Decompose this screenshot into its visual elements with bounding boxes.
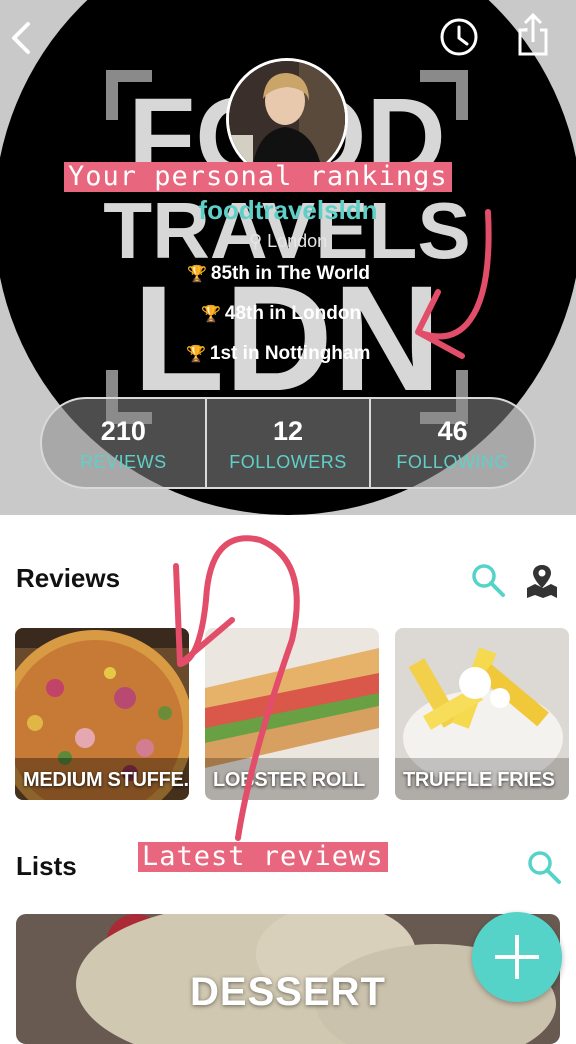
review-card[interactable]: MEDIUM STUFFE... <box>15 628 189 800</box>
profile-stats-bar: 210 REVIEWS 12 FOLLOWERS 46 FOLLOWING <box>40 397 536 489</box>
stat-followers-label: FOLLOWERS <box>229 451 347 472</box>
reviews-search-icon[interactable] <box>470 562 506 598</box>
review-card-title: TRUFFLE FRIES <box>403 769 555 791</box>
lists-section-title: Lists <box>16 851 77 881</box>
trophy-icon: 🏆 <box>201 306 221 323</box>
trophy-icon: 🏆 <box>187 266 207 283</box>
ranking-local: 🏆 1st in Nottingham <box>186 343 370 365</box>
back-chevron-icon[interactable] <box>6 18 38 58</box>
ranking-world: 🏆 85th in The World <box>187 263 370 285</box>
stat-following-count: 46 <box>437 415 468 446</box>
add-button[interactable] <box>472 912 562 1002</box>
location-text: London <box>267 231 328 251</box>
caption-latest-reviews: Latest reviews <box>138 842 388 872</box>
stat-following[interactable]: 46 FOLLOWING <box>371 399 534 487</box>
stat-followers-count: 12 <box>272 415 304 446</box>
map-pin-icon: ⚲ <box>248 231 263 251</box>
stat-followers[interactable]: 12 FOLLOWERS <box>207 399 372 487</box>
lists-search-icon[interactable] <box>526 849 562 885</box>
ranking-city-text: 48th in London <box>224 303 362 324</box>
ranking-local-text: 1st in Nottingham <box>209 343 371 364</box>
review-card[interactable]: LOBSTER ROLL <box>205 628 379 800</box>
stat-reviews-label: REVIEWS <box>80 451 167 472</box>
ranking-world-text: 85th in The World <box>210 263 370 284</box>
review-card-title: LOBSTER ROLL <box>213 769 365 791</box>
clock-icon[interactable] <box>438 16 480 58</box>
trophy-icon: 🏆 <box>186 346 206 363</box>
stat-reviews[interactable]: 210 REVIEWS <box>42 399 207 487</box>
stat-following-label: FOLLOWING <box>396 451 509 472</box>
map-location-icon[interactable] <box>523 562 561 600</box>
review-card-title: MEDIUM STUFFE... <box>23 769 189 791</box>
profile-location: ⚲ London <box>0 231 576 252</box>
review-card[interactable]: TRUFFLE FRIES <box>395 628 569 800</box>
ranking-city: 🏆 48th in London <box>201 303 361 325</box>
profile-username: foodtravelsldn <box>198 195 378 225</box>
reviews-section-title: Reviews <box>16 563 121 593</box>
stat-reviews-count: 210 <box>100 415 146 446</box>
profile-header: FOOD TRAVELS LDN Your personal rankings … <box>0 0 576 515</box>
share-icon[interactable] <box>512 12 554 58</box>
caption-personal-rankings: Your personal rankings <box>64 162 452 192</box>
